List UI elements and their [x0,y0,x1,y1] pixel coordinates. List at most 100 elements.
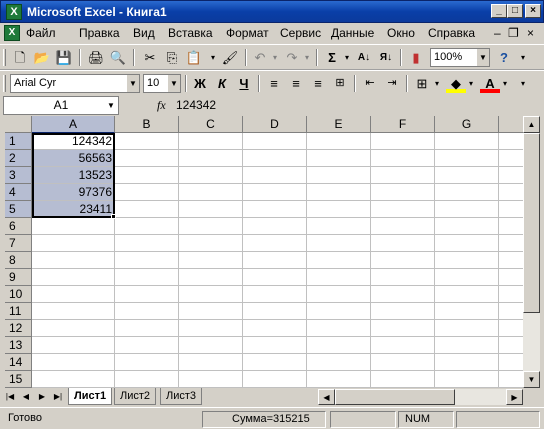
cell-g14[interactable] [435,354,499,371]
cell-d11[interactable] [243,303,307,320]
open-icon[interactable]: 📂 [32,48,52,67]
cell-d8[interactable] [243,252,307,269]
row-header-11[interactable]: 11 [5,303,32,320]
menu-edit[interactable]: Правка [79,26,120,40]
row-header-7[interactable]: 7 [5,235,32,252]
cell-g6[interactable] [435,218,499,235]
font-color-icon[interactable]: A [480,74,500,93]
cell-b4[interactable] [115,184,179,201]
last-sheet-icon[interactable]: ▶| [51,389,65,404]
row-header-6[interactable]: 6 [5,218,32,235]
row-header-13[interactable]: 13 [5,337,32,354]
cell-b5[interactable] [115,201,179,218]
cell-h6[interactable] [499,218,523,235]
cell-b6[interactable] [115,218,179,235]
cell-a9[interactable] [32,269,115,286]
cell-e10[interactable] [307,286,371,303]
cell-d15[interactable] [243,371,307,388]
toolbar-grip[interactable] [3,75,6,92]
chevron-down-icon[interactable]: ▼ [167,75,180,92]
cell-e11[interactable] [307,303,371,320]
fill-handle[interactable] [111,214,116,219]
align-center-icon[interactable]: ≡ [286,74,306,93]
cell-e6[interactable] [307,218,371,235]
underline-button[interactable]: Ч [234,74,254,93]
cell-d7[interactable] [243,235,307,252]
cell-e3[interactable] [307,167,371,184]
doc-close-button[interactable]: × [527,26,534,40]
vertical-scrollbar[interactable]: ▲ ▼ [523,116,540,388]
cell-b15[interactable] [115,371,179,388]
cell-h8[interactable] [499,252,523,269]
scroll-up-icon[interactable]: ▲ [523,116,540,133]
cell-g3[interactable] [435,167,499,184]
paste-icon[interactable]: 📋 [184,48,204,67]
cell-g13[interactable] [435,337,499,354]
increase-indent-icon[interactable]: ⇥ [382,74,402,93]
cell-b7[interactable] [115,235,179,252]
horizontal-scrollbar[interactable]: ◀ ▶ [318,389,523,405]
cell-a3[interactable]: 13523 [32,167,115,184]
row-header-5[interactable]: 5 [5,201,32,218]
doc-minimize-button[interactable]: – [494,26,501,40]
paste-dropdown-icon[interactable]: ▾ [208,48,218,67]
new-icon[interactable]: 🗋 [10,48,30,67]
cell-c8[interactable] [179,252,243,269]
cell-a5[interactable]: 23411 [32,201,115,218]
maximize-button[interactable]: □ [507,4,523,18]
cell-d5[interactable] [243,201,307,218]
cell-a7[interactable] [32,235,115,252]
column-header-b[interactable]: B [115,116,179,133]
help-icon[interactable]: ? [494,48,514,67]
vertical-scroll-thumb[interactable] [523,133,540,313]
bold-button[interactable]: Ж [190,74,210,93]
font-color-dropdown-icon[interactable]: ▾ [500,74,510,93]
menu-data[interactable]: Данные [331,26,374,40]
column-header-g[interactable]: G [435,116,499,133]
autosum-dropdown-icon[interactable]: ▾ [342,48,352,67]
sort-ascending-icon[interactable]: A↓ [354,48,374,67]
cell-h4[interactable] [499,184,523,201]
decrease-indent-icon[interactable]: ⇤ [360,74,380,93]
cell-e2[interactable] [307,150,371,167]
toolbar-options-icon[interactable]: ▾ [518,48,528,67]
cell-c3[interactable] [179,167,243,184]
cell-c9[interactable] [179,269,243,286]
row-header-14[interactable]: 14 [5,354,32,371]
cell-b12[interactable] [115,320,179,337]
undo-icon[interactable]: ↶ [250,48,270,67]
doc-restore-button[interactable]: ❐ [508,26,519,40]
print-preview-icon[interactable]: 🔍 [108,48,128,67]
format-painter-icon[interactable]: 🖌 [220,48,240,67]
scroll-down-icon[interactable]: ▼ [523,371,540,388]
cell-h5[interactable] [499,201,523,218]
minimize-button[interactable]: _ [491,4,507,18]
cell-f4[interactable] [371,184,435,201]
cell-c5[interactable] [179,201,243,218]
row-header-15[interactable]: 15 [5,371,32,388]
cell-f1[interactable] [371,133,435,150]
cell-d9[interactable] [243,269,307,286]
print-icon[interactable]: 🖨 [86,48,106,67]
cell-a12[interactable] [32,320,115,337]
cell-f14[interactable] [371,354,435,371]
cell-a6[interactable] [32,218,115,235]
cell-f7[interactable] [371,235,435,252]
column-header-f[interactable]: F [371,116,435,133]
chevron-down-icon[interactable]: ▼ [104,97,118,114]
font-size-combo[interactable]: 10 ▼ [143,74,181,93]
cell-f11[interactable] [371,303,435,320]
zoom-combo[interactable]: 100% ▼ [430,48,490,67]
first-sheet-icon[interactable]: |◀ [3,389,17,404]
cell-g10[interactable] [435,286,499,303]
font-name-combo[interactable]: Arial Cyr ▼ [10,74,140,93]
cell-f12[interactable] [371,320,435,337]
worksheet-grid[interactable]: A B C D E F G 1 124342 2 56563 3 13523 4 97376 5… [5,116,523,388]
cell-d10[interactable] [243,286,307,303]
fill-color-dropdown-icon[interactable]: ▾ [466,74,476,93]
cell-e15[interactable] [307,371,371,388]
row-header-8[interactable]: 8 [5,252,32,269]
menu-help[interactable]: Справка [428,26,475,40]
cell-b3[interactable] [115,167,179,184]
sheet-tab-1[interactable]: Лист1 [68,388,113,405]
